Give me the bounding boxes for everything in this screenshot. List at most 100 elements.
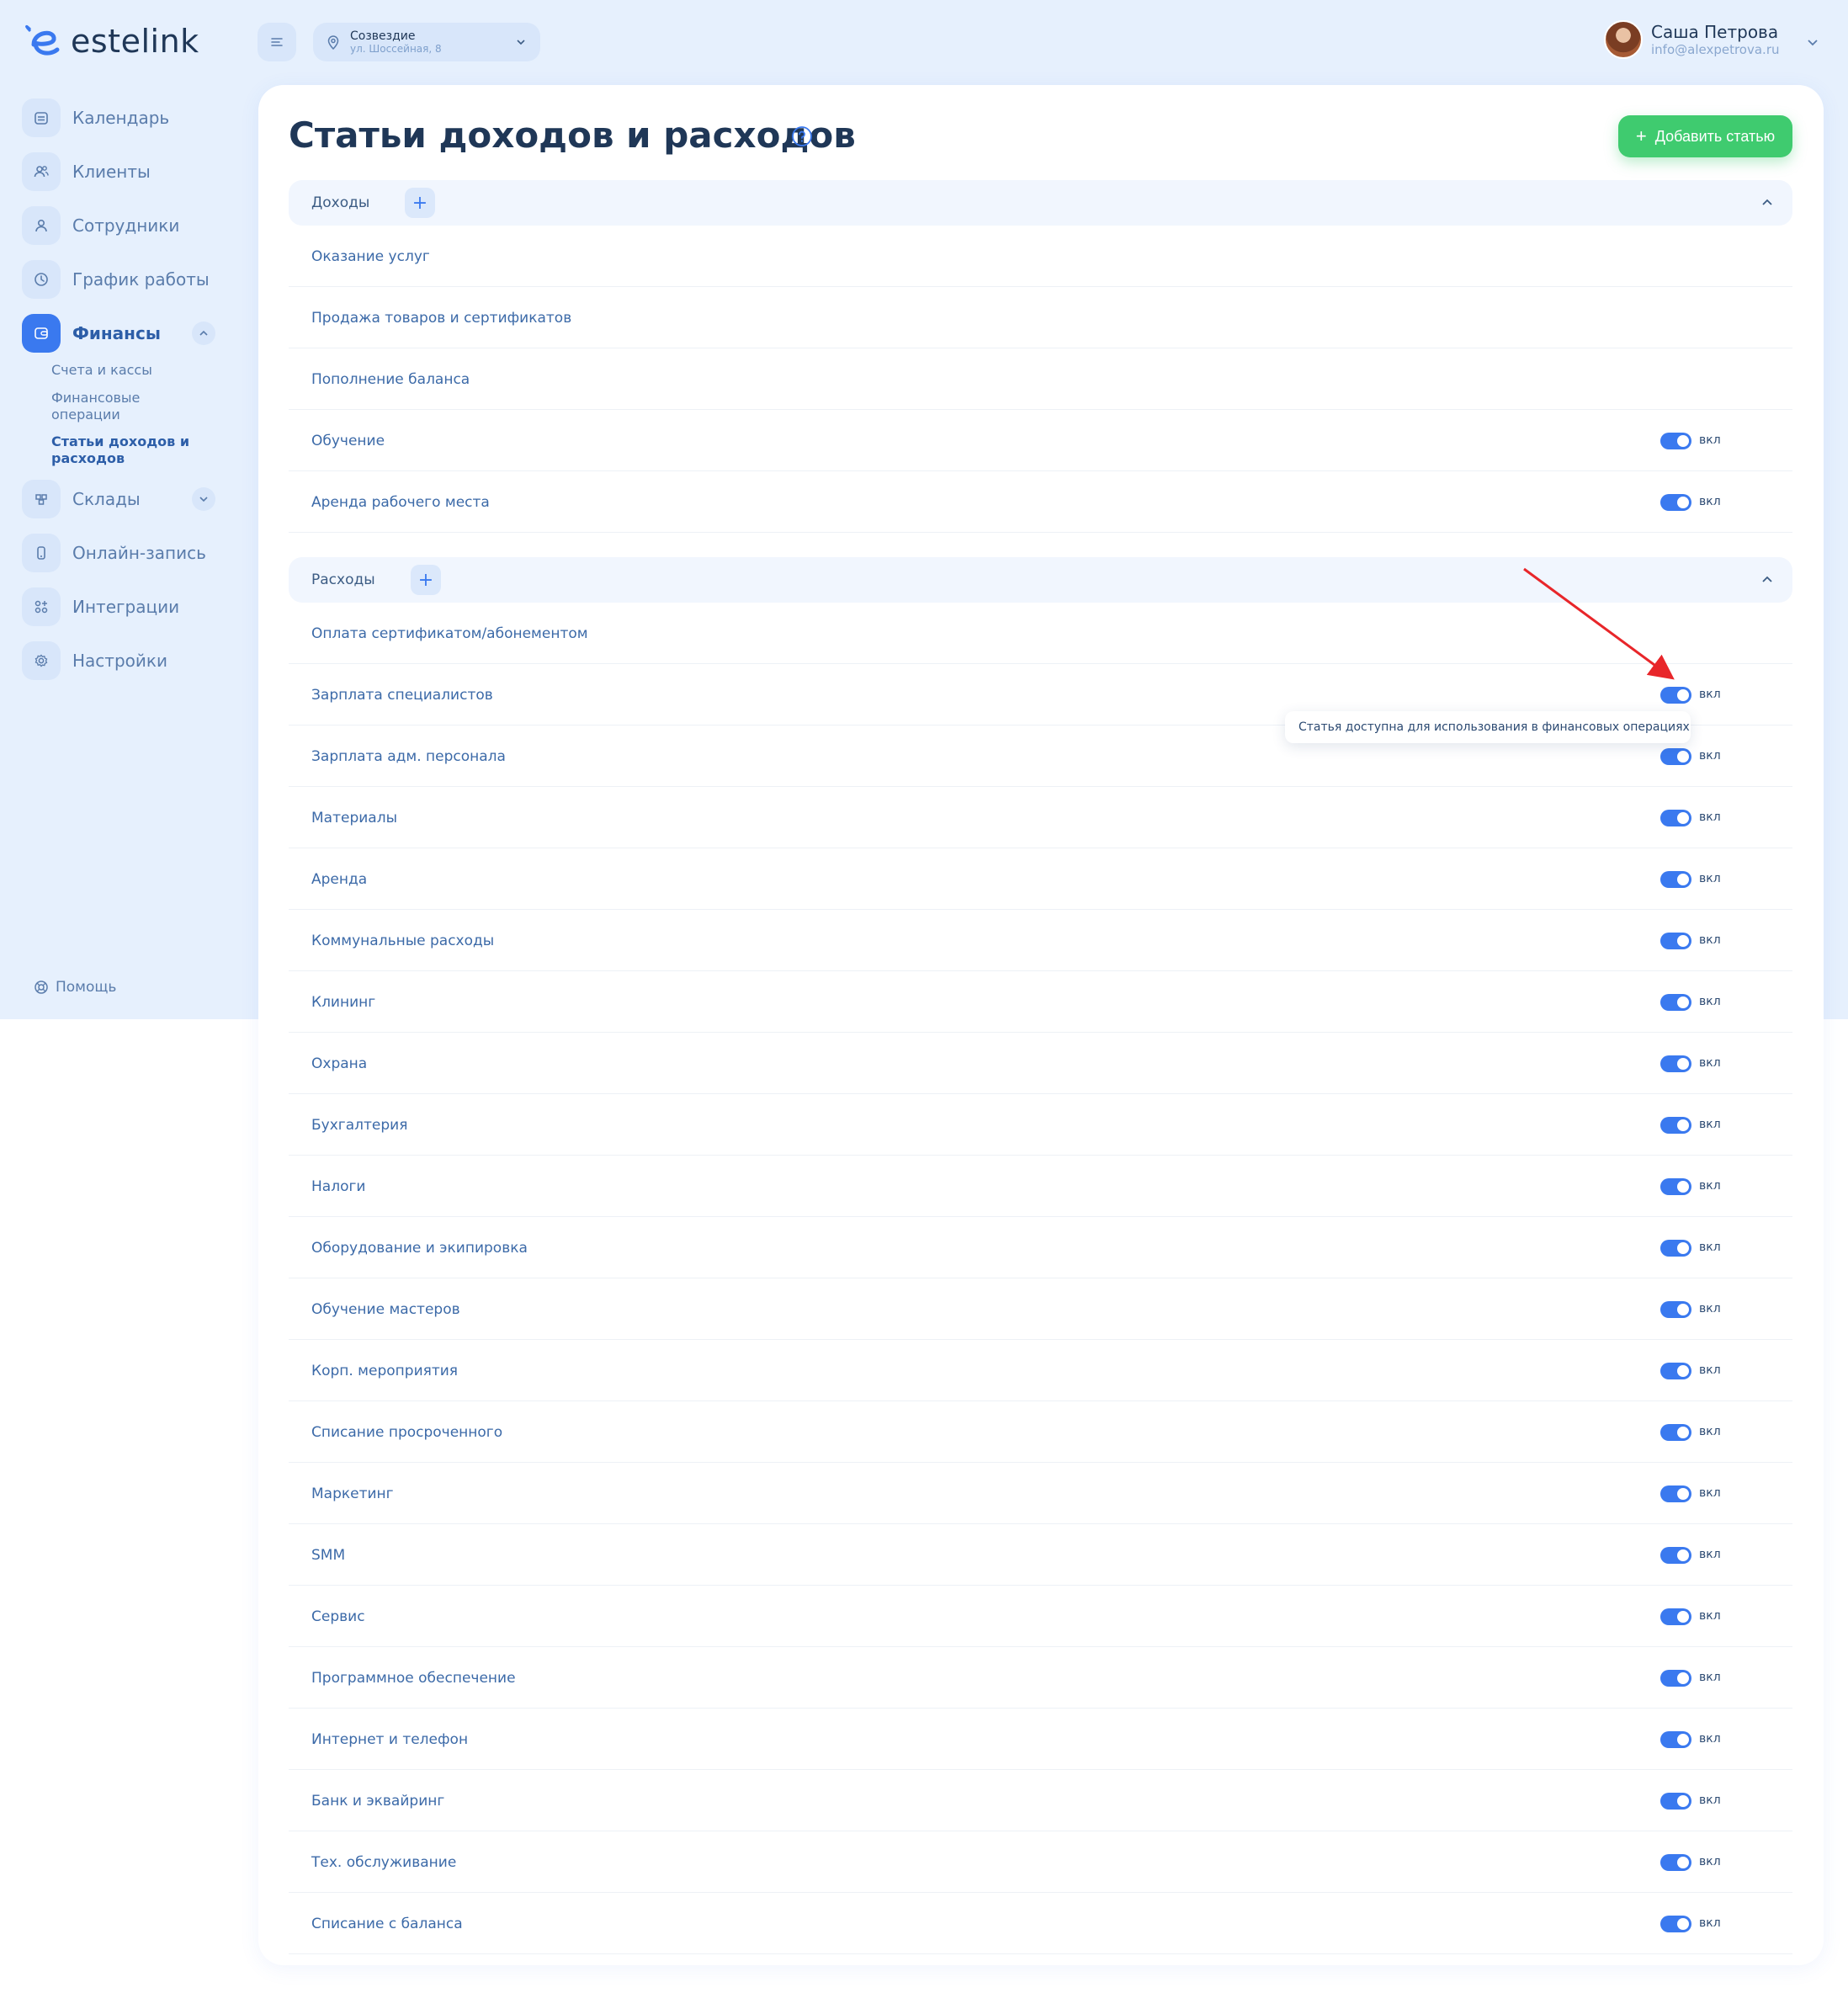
question-icon[interactable] xyxy=(791,125,813,147)
toggle-state-label: вкл xyxy=(1699,495,1721,508)
toggle-state-label: вкл xyxy=(1699,1179,1721,1193)
logo-text: estelink xyxy=(71,23,199,60)
toggle-switch[interactable] xyxy=(1660,810,1691,826)
list-item[interactable]: Оборудование и экипировка вкл xyxy=(289,1217,1792,1278)
toggle-switch[interactable] xyxy=(1660,1916,1691,1932)
sidebar-item-online-booking[interactable]: Онлайн-запись xyxy=(22,533,215,573)
toggle-switch[interactable] xyxy=(1660,933,1691,949)
chevron-up-icon[interactable] xyxy=(1757,570,1777,590)
list-item[interactable]: Продажа товаров и сертификатов xyxy=(289,287,1792,348)
list-item[interactable]: Маркетинг вкл xyxy=(289,1463,1792,1524)
gear-icon xyxy=(22,641,61,680)
avatar xyxy=(1604,20,1643,59)
sidebar-item-employees[interactable]: Сотрудники xyxy=(22,205,215,246)
toggle-state-label: вкл xyxy=(1699,433,1721,447)
chevron-up-icon[interactable] xyxy=(1757,193,1777,213)
sidebar-item-warehouses[interactable]: Склады xyxy=(22,479,215,519)
chevron-down-icon[interactable] xyxy=(1803,32,1823,52)
toggle-switch[interactable] xyxy=(1660,1424,1691,1441)
toggle-state-label: вкл xyxy=(1699,749,1721,763)
list-item[interactable]: Клининг вкл xyxy=(289,971,1792,1033)
list-item[interactable]: Налоги вкл xyxy=(289,1156,1792,1217)
list-item[interactable]: Обучение вкл xyxy=(289,410,1792,471)
list-item[interactable]: Тех. обслуживание вкл xyxy=(289,1831,1792,1893)
toggle-tooltip: Статья доступна для использования в фина… xyxy=(1285,711,1691,743)
list-item[interactable]: Интернет и телефон вкл xyxy=(289,1709,1792,1770)
list-item[interactable]: Бухгалтерия вкл xyxy=(289,1094,1792,1156)
add-income-button[interactable]: + xyxy=(405,188,435,218)
toggle-switch[interactable] xyxy=(1660,1178,1691,1195)
list-item[interactable]: Банк и эквайринг вкл xyxy=(289,1770,1792,1831)
sidebar-item-label: Клиенты xyxy=(72,162,151,182)
toggle-switch[interactable] xyxy=(1660,433,1691,449)
subnav-item-income-expense-items[interactable]: Статьи доходов и расходов xyxy=(51,433,211,467)
menu-icon xyxy=(271,38,283,46)
toggle-switch[interactable] xyxy=(1660,871,1691,888)
toggle-switch[interactable] xyxy=(1660,1731,1691,1748)
list-item[interactable]: SMM вкл xyxy=(289,1524,1792,1586)
list-item[interactable]: Сервис вкл xyxy=(289,1586,1792,1647)
location-pin-icon xyxy=(327,35,339,50)
list-item-label: Бухгалтерия xyxy=(311,1117,408,1134)
list-item-label: Оборудование и экипировка xyxy=(311,1240,528,1257)
list-item-label: Аренда xyxy=(311,871,368,888)
branch-selector[interactable]: Созвездие ул. Шоссейная, 8 xyxy=(313,23,540,61)
list-item[interactable]: Списание с баланса вкл xyxy=(289,1893,1792,1954)
sidebar-item-label: Сотрудники xyxy=(72,215,180,236)
logo[interactable]: estelink xyxy=(22,20,199,62)
toggle-switch[interactable] xyxy=(1660,1670,1691,1687)
add-item-button[interactable]: + Добавить статью xyxy=(1618,115,1792,157)
toggle-switch[interactable] xyxy=(1660,748,1691,765)
clock-icon xyxy=(22,260,61,299)
toggle-state-label: вкл xyxy=(1699,810,1721,824)
list-item[interactable]: Корп. мероприятия вкл xyxy=(289,1340,1792,1401)
toggle-switch[interactable] xyxy=(1660,994,1691,1011)
toggle-switch[interactable] xyxy=(1660,1363,1691,1379)
list-item[interactable]: Аренда вкл xyxy=(289,848,1792,910)
toggle-state-label: вкл xyxy=(1699,1671,1721,1684)
list-item[interactable]: Программное обеспечение вкл xyxy=(289,1647,1792,1709)
list-item-label: Коммунальные расходы xyxy=(311,933,495,949)
list-item-label: Банк и эквайринг xyxy=(311,1793,445,1810)
phone-icon xyxy=(22,534,61,572)
toggle-switch[interactable] xyxy=(1660,1485,1691,1502)
list-item[interactable]: Коммунальные расходы вкл xyxy=(289,910,1792,971)
sidebar-item-settings[interactable]: Настройки xyxy=(22,640,215,681)
list-item[interactable]: Списание просроченного вкл xyxy=(289,1401,1792,1463)
toggle-switch[interactable] xyxy=(1660,1301,1691,1318)
toggle-switch[interactable] xyxy=(1660,1608,1691,1625)
toggle-switch[interactable] xyxy=(1660,494,1691,511)
page-title: Статьи доходов и расходов xyxy=(289,114,856,156)
user-menu[interactable]: Саша Петрова info@alexpetrova.ru xyxy=(1604,20,1780,59)
list-item[interactable]: Охрана вкл xyxy=(289,1033,1792,1094)
subnav-item-operations[interactable]: Финансовые операции xyxy=(51,390,211,423)
toggle-switch[interactable] xyxy=(1660,1547,1691,1564)
sidebar-item-clients[interactable]: Клиенты xyxy=(22,151,215,192)
list-item[interactable]: Материалы вкл xyxy=(289,787,1792,848)
branch-name: Созвездие xyxy=(350,29,416,43)
toggle-switch[interactable] xyxy=(1660,1240,1691,1257)
list-item[interactable]: Оплата сертификатом/абонементом xyxy=(289,603,1792,664)
list-item[interactable]: Аренда рабочего места вкл xyxy=(289,471,1792,533)
subnav-item-accounts[interactable]: Счета и кассы xyxy=(51,362,211,379)
sidebar-item-finance[interactable]: Финансы xyxy=(22,313,215,353)
section-title: Доходы xyxy=(311,194,370,211)
menu-toggle-button[interactable] xyxy=(258,23,296,61)
chevron-down-icon[interactable] xyxy=(192,487,215,511)
sidebar-item-schedule[interactable]: График работы xyxy=(22,259,215,300)
toggle-switch[interactable] xyxy=(1660,1117,1691,1134)
list-item[interactable]: Обучение мастеров вкл xyxy=(289,1278,1792,1340)
list-item[interactable]: Пополнение баланса xyxy=(289,348,1792,410)
list-item[interactable]: Оказание услуг xyxy=(289,226,1792,287)
toggle-switch[interactable] xyxy=(1660,687,1691,704)
list-item-label: Списание с баланса xyxy=(311,1916,463,1932)
toggle-switch[interactable] xyxy=(1660,1055,1691,1072)
sidebar-item-integrations[interactable]: Интеграции xyxy=(22,587,215,627)
toggle-switch[interactable] xyxy=(1660,1793,1691,1810)
sidebar-item-calendar[interactable]: Календарь xyxy=(22,98,215,138)
toggle-switch[interactable] xyxy=(1660,1854,1691,1871)
chevron-up-icon[interactable] xyxy=(192,322,215,345)
help-link[interactable]: Помощь xyxy=(34,979,116,996)
toggle-state-label: вкл xyxy=(1699,1486,1721,1500)
add-expense-button[interactable]: + xyxy=(411,565,441,595)
